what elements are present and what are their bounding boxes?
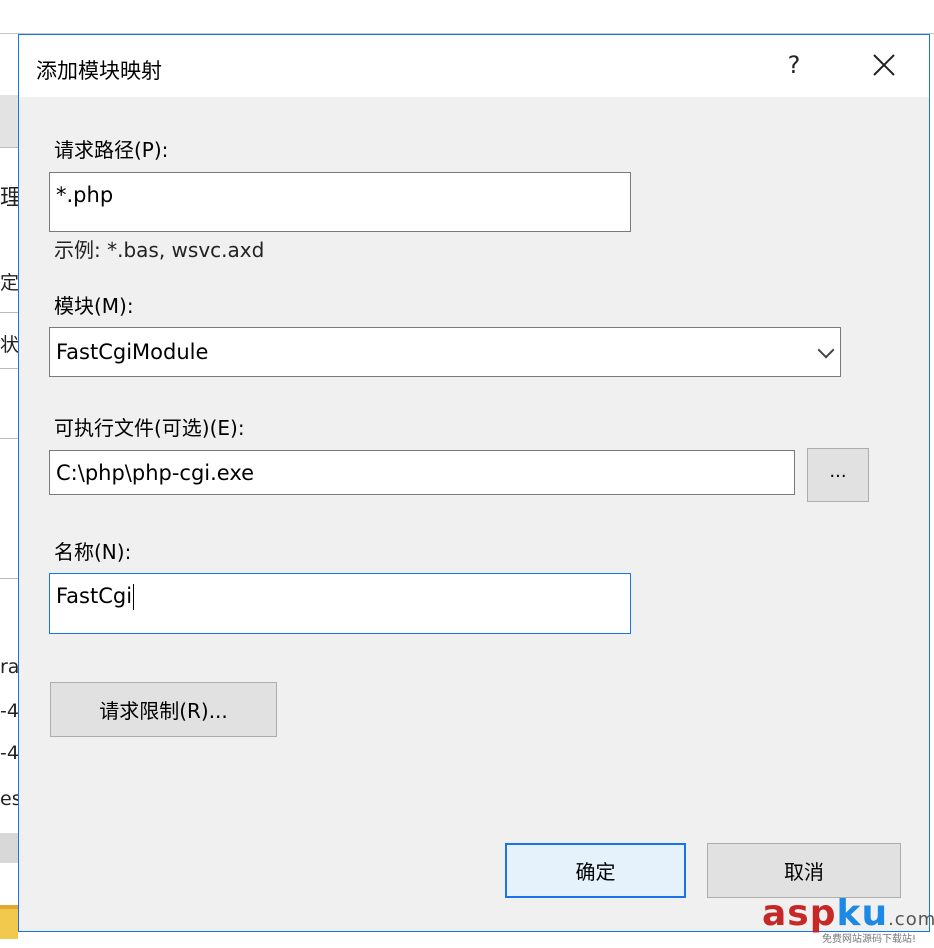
background-divider	[0, 438, 20, 439]
close-icon	[873, 54, 895, 76]
ok-button[interactable]: 确定	[505, 843, 686, 898]
background-divider	[0, 368, 20, 369]
request-path-input[interactable]: *.php	[49, 172, 631, 232]
watermark-com: .com	[888, 909, 934, 930]
background-text-fragment: ra	[0, 656, 20, 678]
help-button[interactable]: ?	[776, 47, 812, 83]
executable-label: 可执行文件(可选)(E):	[54, 416, 245, 440]
background-text-fragment: -4	[0, 700, 19, 722]
watermark-ku: ku	[836, 893, 889, 934]
background-left-strip	[0, 34, 20, 948]
module-label: 模块(M):	[54, 294, 134, 318]
background-text-fragment: es	[0, 788, 20, 810]
background-toolbar-band	[0, 95, 20, 148]
request-path-value: *.php	[56, 183, 114, 207]
executable-value: C:\php\php-cgi.exe	[56, 460, 255, 485]
add-module-mapping-dialog: 添加模块映射 ? 请求路径(P): *.php 示例: *.bas, wsvc.…	[18, 34, 930, 932]
browse-button[interactable]: ...	[807, 448, 869, 502]
name-label: 名称(N):	[54, 540, 132, 564]
request-limits-button[interactable]: 请求限制(R)...	[50, 682, 277, 737]
background-text-fragment: 理	[0, 186, 20, 211]
site-watermark-logo: aspku.com	[762, 893, 934, 934]
background-text-fragment: -4	[0, 742, 19, 764]
module-select[interactable]: FastCgiModule	[49, 327, 841, 377]
request-path-label: 请求路径(P):	[54, 138, 169, 162]
executable-input[interactable]: C:\php\php-cgi.exe	[49, 450, 795, 495]
name-value: FastCgi	[56, 584, 133, 608]
chevron-down-icon	[817, 341, 835, 359]
background-text-fragment: 状	[0, 334, 20, 356]
cancel-button[interactable]: 取消	[707, 843, 901, 898]
module-selected-value: FastCgiModule	[56, 340, 209, 364]
background-divider	[0, 312, 20, 313]
watermark-asp: asp	[762, 893, 837, 934]
watermark-subtitle: 免费网站源码下载站!	[822, 934, 917, 945]
close-button[interactable]	[864, 47, 904, 83]
background-divider	[0, 578, 20, 579]
background-status-band	[0, 833, 20, 863]
dialog-title: 添加模块映射	[36, 59, 162, 83]
background-text-fragment: 定	[0, 272, 20, 294]
dialog-titlebar: 添加模块映射 ?	[19, 35, 929, 97]
text-caret	[133, 584, 135, 610]
request-path-hint: 示例: *.bas, wsvc.axd	[54, 238, 265, 262]
name-input[interactable]: FastCgi	[49, 573, 631, 634]
folder-icon	[0, 905, 18, 939]
